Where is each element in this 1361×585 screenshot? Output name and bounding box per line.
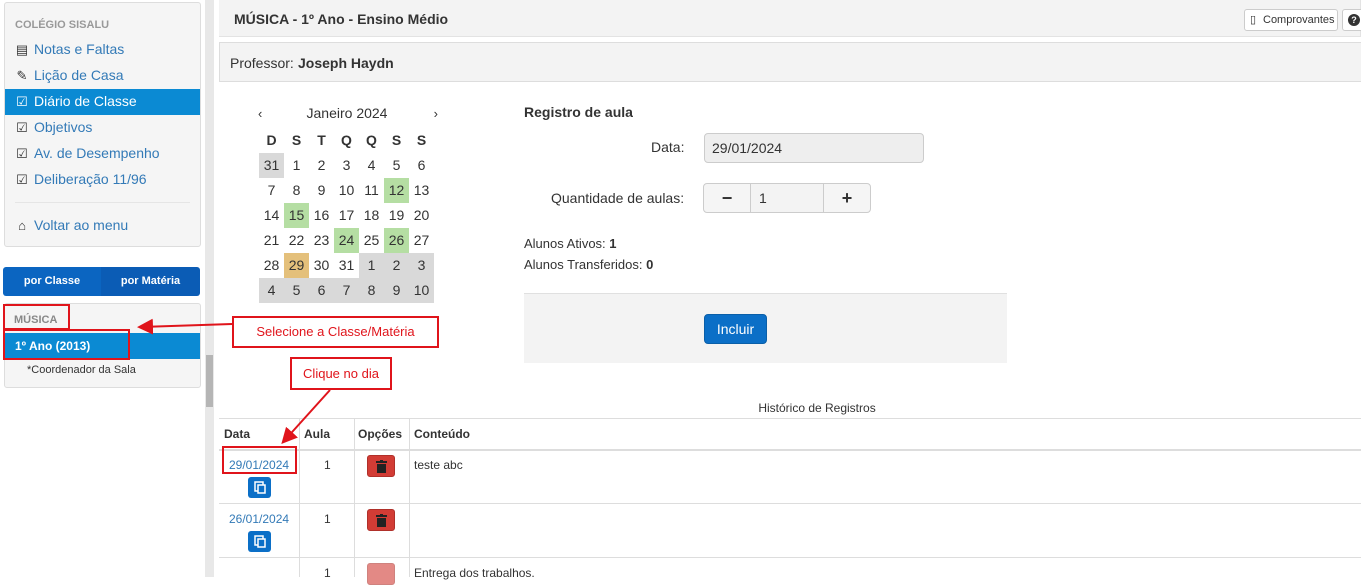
callout-select-class: Selecione a Classe/Matéria xyxy=(232,316,439,348)
annotation-arrows xyxy=(137,318,331,444)
arrow-to-class xyxy=(137,318,233,335)
callout-click-day: Clique no dia xyxy=(290,357,392,390)
arrow-to-date xyxy=(281,389,331,444)
